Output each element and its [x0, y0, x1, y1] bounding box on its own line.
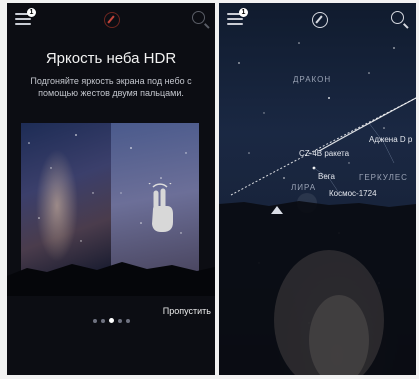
compass-icon[interactable]: [312, 12, 328, 28]
page-dot[interactable]: [101, 319, 105, 323]
top-bar: 1: [7, 3, 215, 37]
two-finger-hand-icon: [148, 183, 173, 232]
page-dot[interactable]: [126, 319, 130, 323]
notification-badge: 1: [239, 8, 248, 17]
page-dot[interactable]: [118, 319, 122, 323]
skip-button[interactable]: Пропустить: [163, 306, 211, 316]
horizon-marker-icon[interactable]: [271, 206, 283, 214]
notification-badge: 1: [27, 8, 36, 17]
constellation-label[interactable]: ЛИРА: [291, 183, 316, 192]
satellite-label[interactable]: Космос-1724: [329, 189, 377, 198]
page-subtitle: Подгоняйте яркость экрана под небо с пом…: [30, 76, 192, 98]
sky-map-screen[interactable]: 1 ДРАКОН Аджена D р CZ-4B ракета Вега ГЕ…: [219, 3, 416, 375]
constellation-label[interactable]: ДРАКОН: [293, 75, 331, 84]
constellation-label[interactable]: ГЕРКУЛЕС: [359, 173, 408, 182]
page-indicator: [93, 310, 134, 323]
satellite-label[interactable]: CZ-4B ракета: [299, 149, 349, 158]
satellite-label[interactable]: Аджена D р: [369, 135, 412, 144]
page-dot-active[interactable]: [109, 318, 114, 323]
top-bar: 1: [219, 3, 416, 37]
compass-icon[interactable]: [104, 12, 120, 28]
star-label[interactable]: Вега: [318, 172, 335, 181]
onboarding-screen: 1 Яркость неба HDR Подгоняйте яркость эк…: [7, 3, 215, 375]
page-dot[interactable]: [93, 319, 97, 323]
search-icon[interactable]: [391, 11, 404, 24]
mountain-silhouette: [7, 262, 215, 296]
search-icon[interactable]: [192, 11, 205, 24]
page-title: Яркость неба HDR: [45, 50, 177, 67]
horizon-landscape: [219, 201, 416, 375]
